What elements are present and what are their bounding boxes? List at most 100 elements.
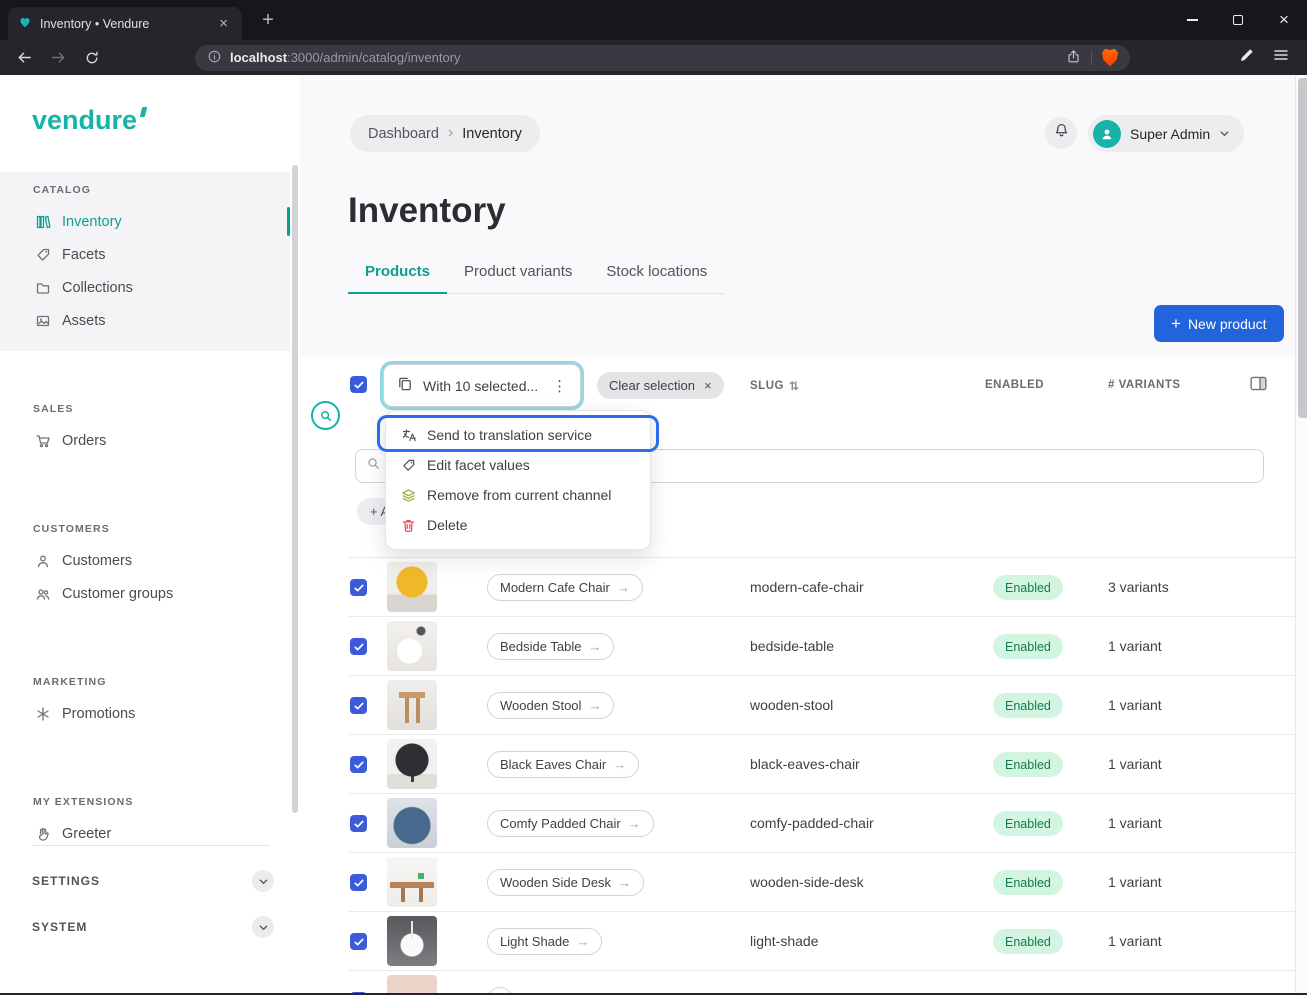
edit-pencil-icon[interactable] xyxy=(1238,46,1256,69)
product-slug: bedside-table xyxy=(750,638,834,654)
product-thumbnail xyxy=(387,562,437,612)
reload-button[interactable] xyxy=(77,43,107,73)
back-button[interactable] xyxy=(9,43,39,73)
sidebar-item-assets[interactable]: Assets xyxy=(0,304,290,337)
column-settings-button[interactable] xyxy=(1246,371,1270,395)
product-name-link[interactable]: Wooden Side Desk→ xyxy=(487,869,644,896)
window-close-button[interactable]: × xyxy=(1261,0,1307,40)
new-product-button[interactable]: + New product xyxy=(1154,305,1284,342)
sidebar-item-system[interactable]: SYSTEM xyxy=(32,911,274,943)
variant-count: 1 variant xyxy=(1108,756,1162,772)
row-checkbox[interactable] xyxy=(350,815,367,832)
tab-close-icon[interactable]: × xyxy=(215,14,232,33)
product-thumbnail xyxy=(387,798,437,848)
menu-item-label: Send to translation service xyxy=(427,427,592,443)
table-row: Wooden Side Desk→ wooden-side-desk Enabl… xyxy=(348,853,1295,912)
tag-icon xyxy=(400,458,417,473)
column-header-slug[interactable]: SLUG ⇅ xyxy=(750,379,800,393)
product-name-link[interactable]: Wooden Stool→ xyxy=(487,692,614,719)
row-checkbox[interactable] xyxy=(350,874,367,891)
menu-hamburger-icon[interactable] xyxy=(1272,46,1290,69)
product-name-link[interactable]: Light Shade→ xyxy=(487,928,602,955)
sidebar-item-customers[interactable]: Customers xyxy=(0,544,300,577)
row-checkbox[interactable] xyxy=(350,638,367,655)
notifications-button[interactable] xyxy=(1045,117,1077,149)
product-name-link[interactable] xyxy=(487,987,513,993)
user-menu[interactable]: Super Admin xyxy=(1088,115,1244,152)
product-thumbnail xyxy=(387,857,437,907)
chevron-down-icon[interactable] xyxy=(252,916,274,938)
share-icon[interactable] xyxy=(1066,49,1081,67)
sidebar-item-facets[interactable]: Facets xyxy=(0,238,290,271)
table-row: Black Eaves Chair→ black-eaves-chair Ena… xyxy=(348,735,1295,794)
sidebar-item-label: Promotions xyxy=(62,706,135,722)
avatar xyxy=(1093,120,1121,148)
brave-shields-icon[interactable] xyxy=(1102,49,1118,67)
tab-stock-locations[interactable]: Stock locations xyxy=(589,261,724,293)
tab-product-variants[interactable]: Product variants xyxy=(447,261,589,293)
menu-item-remove-from-channel[interactable]: Remove from current channel xyxy=(386,480,650,510)
bulk-actions-menu: Send to translation service Edit facet v… xyxy=(385,410,651,550)
row-checkbox[interactable] xyxy=(350,933,367,950)
minimize-button[interactable] xyxy=(1169,0,1215,40)
facets-icon xyxy=(34,247,51,263)
product-name-link[interactable]: Bedside Table→ xyxy=(487,633,614,660)
row-checkbox[interactable] xyxy=(350,756,367,773)
bulk-actions-button[interactable]: With 10 selected... ⋮ xyxy=(383,364,581,407)
table-row: Wooden Stool→ wooden-stool Enabled 1 var… xyxy=(348,676,1295,735)
new-tab-button[interactable]: + xyxy=(254,6,282,34)
status-badge: Enabled xyxy=(993,811,1063,836)
app-root: vendure CATALOG Inventory Facets Collect… xyxy=(0,75,1307,993)
sidebar-nav: CATALOG Inventory Facets Collections xyxy=(0,172,300,864)
product-name: Black Eaves Chair xyxy=(500,757,606,772)
sidebar-item-inventory[interactable]: Inventory xyxy=(0,205,290,238)
clear-selection-button[interactable]: Clear selection × xyxy=(597,372,724,399)
site-info-icon[interactable] xyxy=(207,49,222,67)
sort-icon[interactable]: ⇅ xyxy=(789,379,800,393)
product-slug: modern-cafe-chair xyxy=(750,579,864,595)
forward-button[interactable] xyxy=(43,43,73,73)
menu-item-label: Edit facet values xyxy=(427,457,530,473)
url-bar[interactable]: localhost:3000/admin/catalog/inventory xyxy=(195,45,1130,71)
product-slug: comfy-padded-chair xyxy=(750,815,874,831)
sidebar-item-label: Assets xyxy=(62,313,106,329)
sidebar-scrollbar[interactable] xyxy=(292,165,298,813)
product-name: Comfy Padded Chair xyxy=(500,816,621,831)
product-name-link[interactable]: Modern Cafe Chair→ xyxy=(487,574,643,601)
breadcrumb-dashboard[interactable]: Dashboard xyxy=(368,126,439,142)
menu-item-send-to-translation-service[interactable]: Send to translation service xyxy=(386,420,650,450)
product-name-link[interactable]: Black Eaves Chair→ xyxy=(487,751,639,778)
select-all-checkbox[interactable] xyxy=(350,376,367,393)
nav-group-label: CATALOG xyxy=(33,184,290,196)
product-slug: black-eaves-chair xyxy=(750,756,860,772)
product-name: Light Shade xyxy=(500,934,569,949)
tab-products[interactable]: Products xyxy=(348,261,447,293)
sidebar-item-customer-groups[interactable]: Customer groups xyxy=(0,577,300,610)
chevron-down-icon[interactable] xyxy=(252,870,274,892)
nav-group-label: CUSTOMERS xyxy=(33,523,300,535)
row-checkbox[interactable] xyxy=(350,697,367,714)
page-scrollbar-thumb[interactable] xyxy=(1298,78,1307,418)
sidebar-item-collections[interactable]: Collections xyxy=(0,271,290,304)
status-badge: Enabled xyxy=(993,634,1063,659)
inventory-icon xyxy=(34,214,51,230)
row-checkbox[interactable] xyxy=(350,992,367,993)
product-thumbnail xyxy=(387,739,437,789)
orders-icon xyxy=(34,433,51,449)
open-search-button[interactable] xyxy=(311,401,340,430)
vendure-logo[interactable]: vendure xyxy=(32,105,300,136)
sidebar-item-promotions[interactable]: Promotions xyxy=(0,697,300,730)
maximize-button[interactable] xyxy=(1215,0,1261,40)
sidebar-item-orders[interactable]: Orders xyxy=(0,424,300,457)
page-scrollbar[interactable] xyxy=(1295,75,1307,993)
breadcrumb-chevron-icon: › xyxy=(448,124,453,142)
browser-window: Inventory • Vendure × + × localhost:3000… xyxy=(0,0,1307,995)
product-name-link[interactable]: Comfy Padded Chair→ xyxy=(487,810,654,837)
browser-tab[interactable]: Inventory • Vendure × xyxy=(8,7,242,40)
row-checkbox[interactable] xyxy=(350,579,367,596)
customer-groups-icon xyxy=(34,586,51,602)
menu-item-delete[interactable]: Delete xyxy=(386,510,650,540)
kebab-vertical-icon: ⋮ xyxy=(552,377,567,395)
sidebar-item-settings[interactable]: SETTINGS xyxy=(32,865,274,897)
menu-item-edit-facet-values[interactable]: Edit facet values xyxy=(386,450,650,480)
